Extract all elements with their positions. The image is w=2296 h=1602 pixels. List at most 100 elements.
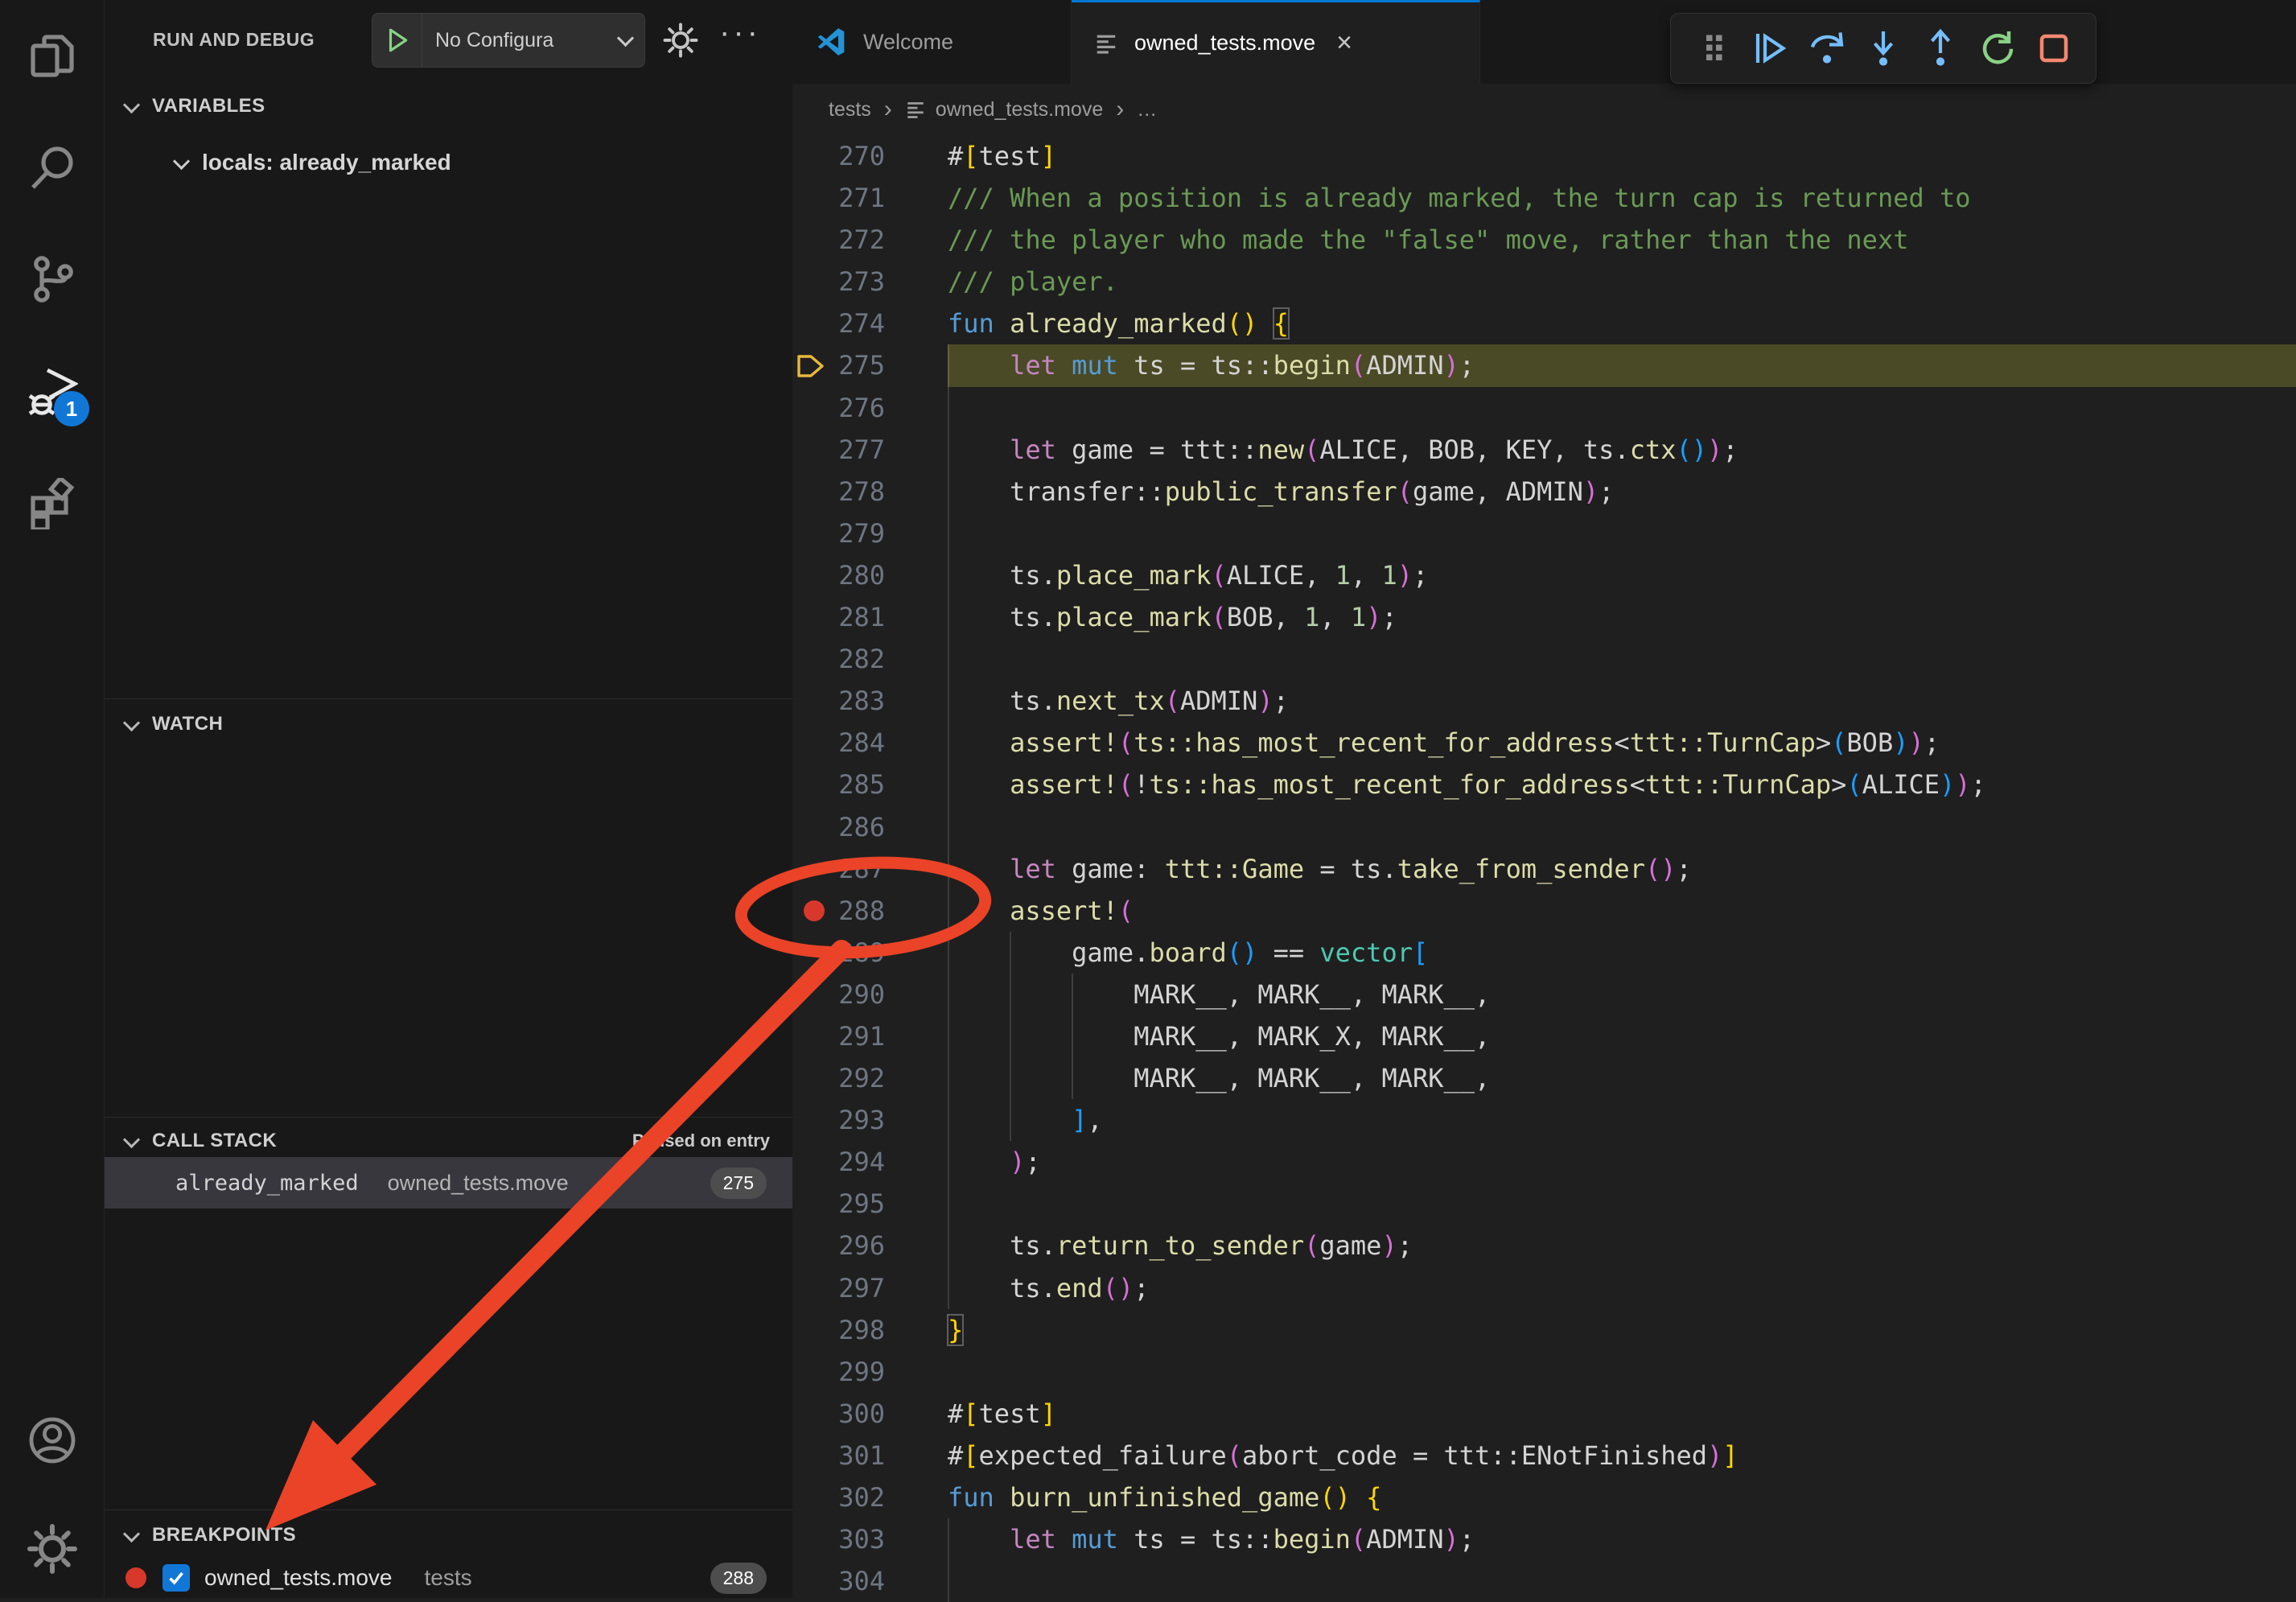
run-and-debug-icon[interactable]: 1	[27, 367, 78, 418]
line-number[interactable]: 270	[792, 135, 885, 177]
code-line-294[interactable]: 294);	[792, 1141, 2296, 1183]
code-line-291[interactable]: 291MARK__, MARK_X, MARK__,	[792, 1015, 2296, 1057]
breakpoints-section-header[interactable]: BREAKPOINTS	[105, 1516, 792, 1555]
code-lines[interactable]: 270#[test]271/// When a position is alre…	[792, 135, 2296, 1598]
watch-section-header[interactable]: WATCH	[105, 705, 792, 743]
step-over-button[interactable]	[1806, 27, 1848, 69]
code-line-303[interactable]: 303let mut ts = ts::begin(ADMIN);	[792, 1518, 2296, 1560]
debug-settings-gear-icon[interactable]	[661, 21, 700, 60]
code-line-273[interactable]: 273/// player.	[792, 261, 2296, 303]
start-debug-icon[interactable]	[372, 14, 422, 67]
explorer-icon[interactable]	[27, 30, 78, 81]
line-number[interactable]: 274	[792, 303, 885, 344]
variables-section-header[interactable]: VARIABLES	[105, 87, 792, 126]
code-line-278[interactable]: 278transfer::public_transfer(game, ADMIN…	[792, 471, 2296, 513]
line-number[interactable]: 281	[792, 596, 885, 638]
code-line-283[interactable]: 283ts.next_tx(ADMIN);	[792, 680, 2296, 722]
line-number[interactable]: 302	[792, 1476, 885, 1518]
line-number[interactable]: 304	[792, 1560, 885, 1602]
code-line-286[interactable]: 286	[792, 806, 2296, 848]
tab-owned-tests[interactable]: owned_tests.move ×	[1072, 0, 1480, 84]
breakpoint-row[interactable]: owned_tests.move tests 288	[105, 1558, 792, 1598]
line-number[interactable]: 287	[792, 848, 885, 890]
line-number[interactable]: 277	[792, 429, 885, 471]
code-line-276[interactable]: 276	[792, 387, 2296, 429]
line-number[interactable]: 300	[792, 1393, 885, 1435]
source-control-icon[interactable]	[27, 253, 78, 304]
drag-grip-icon[interactable]	[1693, 27, 1734, 69]
line-number[interactable]: 285	[792, 764, 885, 805]
line-number[interactable]: 296	[792, 1225, 885, 1266]
line-number[interactable]: 271	[792, 177, 885, 219]
code-line-284[interactable]: 284assert!(ts::has_most_recent_for_addre…	[792, 722, 2296, 764]
call-stack-frame-row[interactable]: already_marked owned_tests.move 275	[105, 1157, 792, 1209]
stop-button[interactable]	[2033, 27, 2075, 69]
close-icon[interactable]: ×	[1336, 27, 1352, 59]
line-number[interactable]: 292	[792, 1057, 885, 1099]
code-line-271[interactable]: 271/// When a position is already marked…	[792, 177, 2296, 219]
code-line-289[interactable]: 289game.board() == vector[	[792, 932, 2296, 974]
line-number[interactable]: 272	[792, 219, 885, 261]
line-number[interactable]: 275	[792, 344, 885, 386]
line-number[interactable]: 299	[792, 1351, 885, 1393]
line-number[interactable]: 286	[792, 806, 885, 848]
code-line-280[interactable]: 280ts.place_mark(ALICE, 1, 1);	[792, 554, 2296, 596]
line-number[interactable]: 283	[792, 680, 885, 722]
code-line-302[interactable]: 302fun burn_unfinished_game() {	[792, 1476, 2296, 1518]
code-line-288[interactable]: 288assert!(	[792, 890, 2296, 932]
breadcrumb-file[interactable]: owned_tests.move	[936, 98, 1103, 121]
restart-button[interactable]	[1976, 27, 2018, 69]
code-line-285[interactable]: 285assert!(!ts::has_most_recent_for_addr…	[792, 764, 2296, 805]
locals-scope-row[interactable]: locals: already_marked	[105, 140, 792, 185]
line-number[interactable]: 284	[792, 722, 885, 764]
code-line-299[interactable]: 299	[792, 1351, 2296, 1393]
code-line-281[interactable]: 281ts.place_mark(BOB, 1, 1);	[792, 596, 2296, 638]
step-into-button[interactable]	[1862, 27, 1904, 69]
settings-gear-icon[interactable]	[27, 1523, 78, 1575]
line-number[interactable]: 303	[792, 1518, 885, 1560]
step-out-button[interactable]	[1920, 27, 1961, 69]
code-line-297[interactable]: 297ts.end();	[792, 1267, 2296, 1309]
breadcrumb-tests[interactable]: tests	[829, 98, 871, 121]
search-icon[interactable]	[27, 142, 78, 194]
extensions-icon[interactable]	[27, 478, 78, 529]
line-number[interactable]: 294	[792, 1141, 885, 1183]
line-number[interactable]: 297	[792, 1267, 885, 1309]
line-number[interactable]: 276	[792, 387, 885, 429]
code-line-287[interactable]: 287let game: ttt::Game = ts.take_from_se…	[792, 848, 2296, 890]
code-line-272[interactable]: 272/// the player who made the "false" m…	[792, 219, 2296, 261]
more-actions-icon[interactable]: ···	[719, 14, 761, 51]
code-line-298[interactable]: 298}	[792, 1309, 2296, 1351]
line-number[interactable]: 293	[792, 1099, 885, 1141]
line-number[interactable]: 295	[792, 1183, 885, 1225]
call-stack-section-header[interactable]: CALL STACK Paused on entry	[105, 1122, 792, 1160]
code-line-279[interactable]: 279	[792, 513, 2296, 554]
continue-button[interactable]	[1749, 27, 1791, 69]
line-number[interactable]: 289	[792, 932, 885, 974]
code-line-301[interactable]: 301#[expected_failure(abort_code = ttt::…	[792, 1435, 2296, 1476]
code-line-275[interactable]: 275let mut ts = ts::begin(ADMIN);	[792, 344, 2296, 386]
breadcrumb-symbol[interactable]: …	[1137, 98, 1157, 121]
breakpoint-checkbox[interactable]	[163, 1564, 190, 1592]
line-number[interactable]: 282	[792, 638, 885, 680]
code-line-295[interactable]: 295	[792, 1183, 2296, 1225]
launch-config-dropdown[interactable]: No Configura	[372, 13, 645, 68]
line-number[interactable]: 278	[792, 471, 885, 513]
code-line-290[interactable]: 290MARK__, MARK__, MARK__,	[792, 974, 2296, 1015]
code-line-270[interactable]: 270#[test]	[792, 135, 2296, 177]
line-number[interactable]: 298	[792, 1309, 885, 1351]
line-number[interactable]: 279	[792, 513, 885, 554]
line-number[interactable]: 288	[792, 890, 885, 932]
code-line-292[interactable]: 292MARK__, MARK__, MARK__,	[792, 1057, 2296, 1099]
line-number[interactable]: 290	[792, 974, 885, 1015]
code-line-296[interactable]: 296ts.return_to_sender(game);	[792, 1225, 2296, 1266]
code-line-277[interactable]: 277let game = ttt::new(ALICE, BOB, KEY, …	[792, 429, 2296, 471]
account-icon[interactable]	[27, 1415, 78, 1466]
code-line-304[interactable]: 304	[792, 1560, 2296, 1602]
line-number[interactable]: 273	[792, 261, 885, 303]
code-line-274[interactable]: 274fun already_marked() {	[792, 303, 2296, 344]
line-number[interactable]: 291	[792, 1015, 885, 1057]
code-line-293[interactable]: 293],	[792, 1099, 2296, 1141]
line-number[interactable]: 280	[792, 554, 885, 596]
tab-welcome[interactable]: Welcome	[792, 0, 1072, 84]
